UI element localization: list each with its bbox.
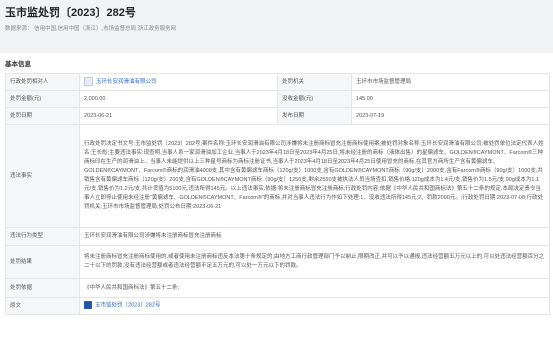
party-link[interactable]: 玉环长安润滑油有限公司 [96, 79, 157, 85]
table-row: 处罚日期 2023-06-21 发布日期 2023-07-19 [5, 107, 550, 125]
type-value: 玉环长安润滑油有限公司涉嫌将未注册商标冒充注册商标 [79, 227, 550, 246]
table-row: 处罚依据 《中华人民共和国商标法》第五十二条; [5, 278, 550, 298]
basis-label: 处罚依据 [5, 278, 80, 298]
basis-value: 《中华人民共和国商标法》第五十二条; [79, 278, 550, 298]
result-label: 处罚结果 [5, 245, 80, 279]
authority-label: 处罚机关 [277, 73, 352, 91]
type-label: 违法行为类型 [5, 227, 80, 246]
table-row: 原文 玉市监处罚〔2023〕282号 [5, 297, 550, 315]
page-title: 玉市监处罚〔2023〕282号 [5, 7, 136, 19]
document-icon [84, 301, 92, 310]
section-title: 基本信息 [5, 61, 31, 68]
confiscated-value: 145.00 [351, 90, 550, 108]
date-label: 处罚日期 [5, 107, 80, 125]
original-label: 原文 [5, 297, 80, 315]
company-logo-icon [84, 77, 93, 87]
table-row: 违法行为类型 玉环长安润滑油有限公司涉嫌将未注册商标冒充注册商标 [5, 227, 550, 246]
party-cell: 玉环长安润滑油有限公司 [79, 73, 278, 91]
confiscated-label: 没收金额(元) [277, 90, 352, 108]
facts-label: 违法事实 [5, 124, 80, 228]
info-table: 行政处罚相对人 玉环长安润滑油有限公司 处罚机关 玉环市市场监督管理局 处罚金额… [5, 73, 550, 315]
original-link[interactable]: 玉市监处罚〔2023〕282号 [95, 303, 160, 309]
authority-value: 玉环市市场监督管理局 [351, 73, 550, 91]
amount-label: 处罚金额(元) [5, 90, 80, 108]
original-cell: 玉市监处罚〔2023〕282号 [79, 297, 550, 315]
publish-value: 2023-07-19 [351, 107, 550, 125]
table-row: 处罚金额(元) 2,000.00 没收金额(元) 145.00 [5, 90, 550, 108]
result-value: 将未注册商标冒充注册商标使用的,或者使用未注册商标违反本法第十条规定的,由地方工… [79, 245, 550, 279]
party-label: 行政处罚相对人 [5, 73, 80, 91]
publish-label: 发布日期 [277, 107, 352, 125]
data-source: 数据来源： 信用中国,信用中国（浙江）,市场监督总局,浙江政务服务网 [5, 26, 177, 32]
table-row: 行政处罚相对人 玉环长安润滑油有限公司 处罚机关 玉环市市场监督管理局 [5, 73, 550, 91]
amount-value: 2,000.00 [79, 90, 278, 108]
date-value: 2023-06-21 [79, 107, 278, 125]
header-panel: 玉市监处罚〔2023〕282号 数据来源： 信用中国,信用中国（浙江）,市场监督… [0, 0, 553, 53]
table-row: 处罚结果 将未注册商标冒充注册商标使用的,或者使用未注册商标违反本法第十条规定的… [5, 245, 550, 279]
facts-value: 行政处罚决定书文号:玉市监处罚〔2023〕282号;案件名称:玉环长安润滑油有限… [79, 124, 550, 228]
table-row: 违法事实 行政处罚决定书文号:玉市监处罚〔2023〕282号;案件名称:玉环长安… [5, 124, 550, 228]
